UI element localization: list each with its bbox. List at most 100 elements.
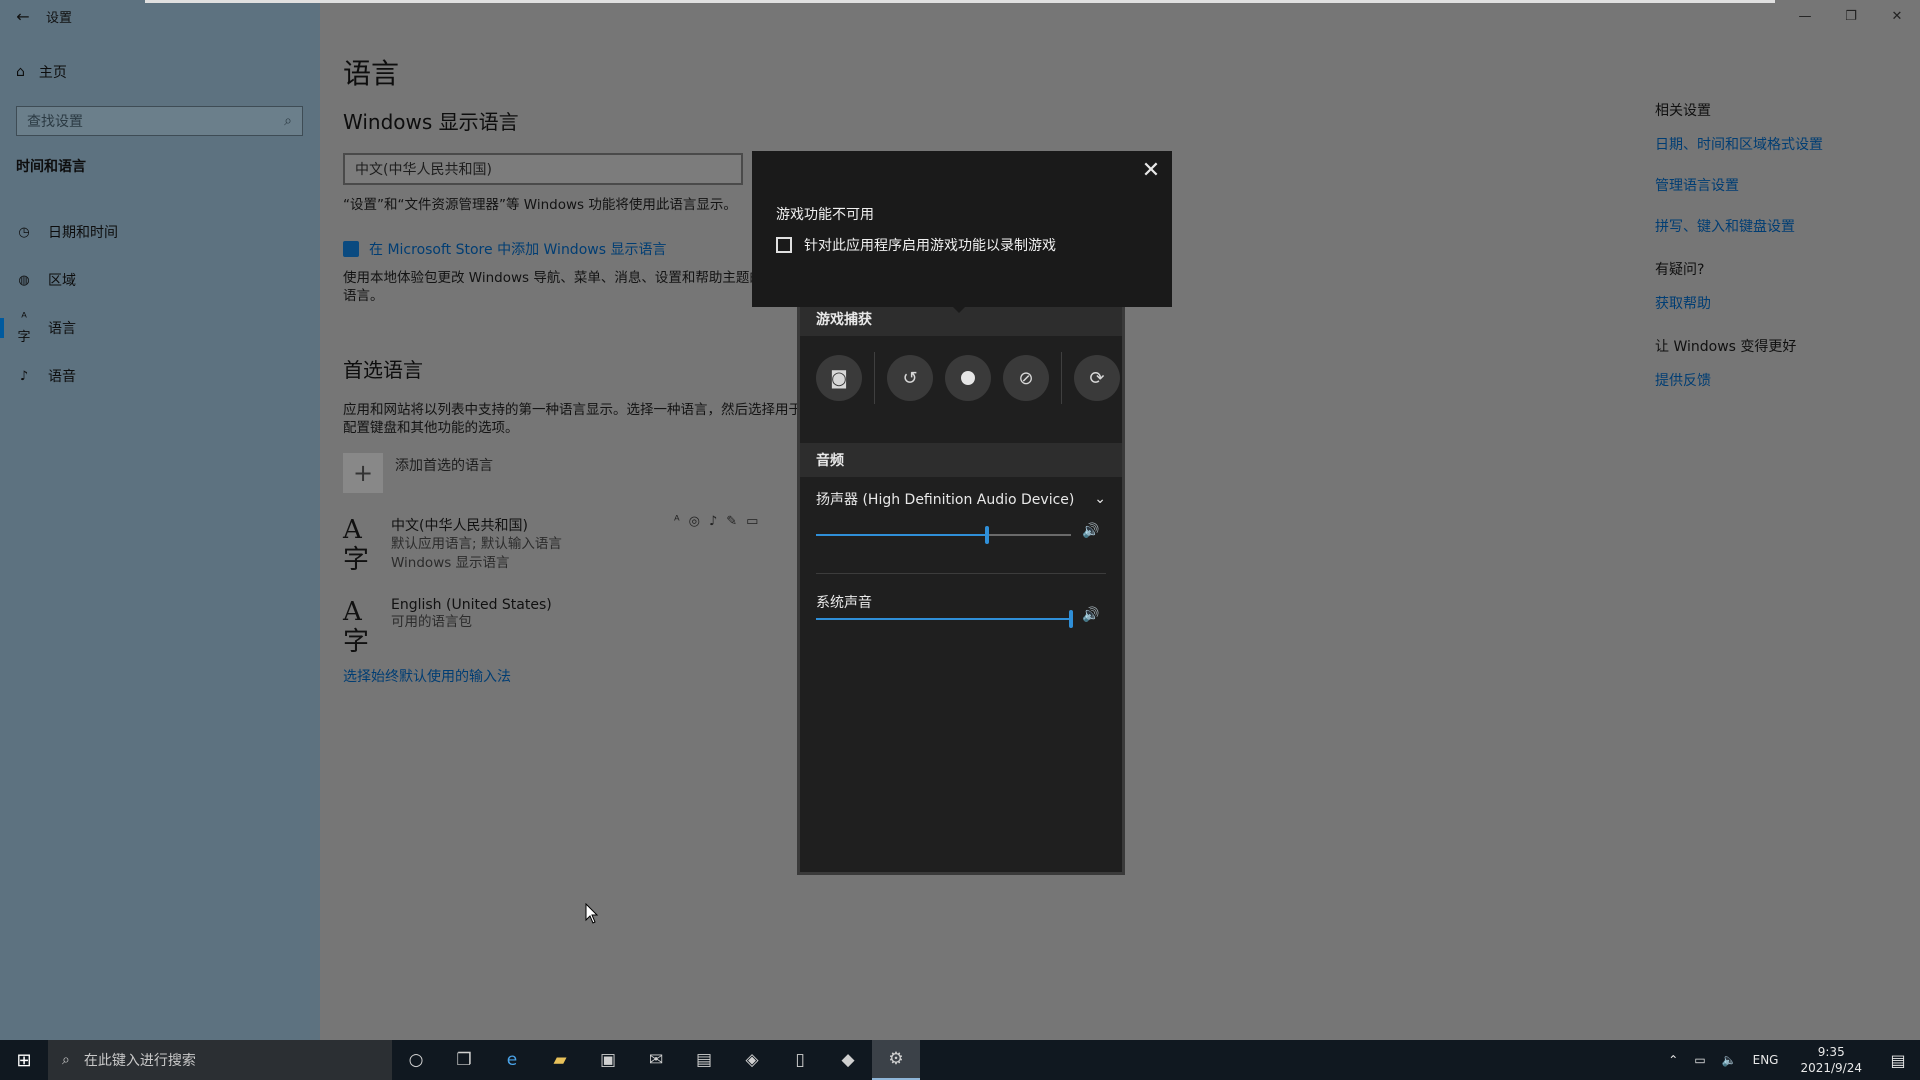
speaker-volume-slider[interactable] — [816, 526, 1071, 544]
sidebar-item-region[interactable]: ◍ 区域 — [0, 256, 320, 304]
chevron-up-icon[interactable]: ⌃ — [1660, 1053, 1686, 1067]
calendar-clock-icon: ◷ — [18, 224, 30, 240]
input-method-link[interactable]: 选择始终默认使用的输入法 — [343, 666, 511, 686]
replay-icon: ↺ — [902, 367, 918, 389]
file-explorer-icon[interactable]: ▰ — [536, 1040, 584, 1080]
clock-time: 9:35 — [1817, 1045, 1845, 1059]
language-name: English (United States) — [391, 597, 552, 613]
taskbar-search[interactable]: ⌕ 在此键入进行搜索 — [48, 1040, 392, 1080]
record-button[interactable] — [945, 355, 991, 401]
screenshot-button[interactable]: ◙ — [816, 355, 862, 401]
camera-icon: ◙ — [830, 367, 848, 389]
keyboard-icon: ▭ — [746, 514, 759, 529]
broadcast-button[interactable]: ⟳ — [1074, 355, 1120, 401]
close-icon[interactable]: ✕ — [1138, 157, 1164, 183]
add-language-label: 添加首选的语言 — [395, 458, 493, 474]
app-icon-2[interactable]: ◈ — [728, 1040, 776, 1080]
home-nav-item[interactable]: ⌂ 主页 — [16, 62, 67, 82]
mic-off-icon: ⊘ — [1018, 367, 1034, 389]
divider — [816, 573, 1106, 574]
game-features-popup: ✕ 游戏功能不可用 针对此应用程序启用游戏功能以录制游戏 — [752, 151, 1172, 307]
related-link-region-format[interactable]: 日期、时间和区域格式设置 — [1655, 134, 1895, 154]
settings-search-input[interactable]: 查找设置 ⌕ — [16, 106, 303, 136]
language-item[interactable]: A字 中文(中华人民共和国) 默认应用语言; 默认输入语言 Windows 显示… — [343, 515, 562, 575]
checkbox-box[interactable] — [776, 237, 792, 253]
home-icon: ⌂ — [16, 64, 25, 80]
taskbar: ⊞ ⌕ 在此键入进行搜索 ○ ❐ e ▰ ▣ ✉ ▤ ◈ ▯ ◆ ⚙ ⌃ ▭ 🔈… — [0, 1040, 1920, 1080]
globe-icon: ◍ — [18, 272, 30, 288]
preferred-languages-desc: 应用和网站将以列表中支持的第一种语言显示。选择一种语言，然后选择用于配置键盘和其… — [343, 402, 802, 436]
audio-heading: 音频 — [800, 443, 1122, 477]
mouse-cursor-icon — [585, 903, 599, 924]
speech-icon: ◎ — [688, 514, 700, 529]
language-icon: ᴬ字 — [17, 311, 31, 345]
input-language[interactable]: ENG — [1745, 1053, 1787, 1067]
language-name: 中文(中华人民共和国) — [391, 518, 528, 534]
microphone-icon: ♪ — [19, 368, 29, 384]
notification-icon[interactable]: ▤ — [1876, 1040, 1920, 1080]
slider-thumb[interactable] — [1069, 610, 1073, 628]
related-title: 相关设置 — [1655, 103, 1711, 119]
back-button[interactable]: ← — [0, 0, 46, 32]
feedback-link[interactable]: 提供反馈 — [1655, 370, 1895, 390]
settings-gear-icon[interactable]: ⚙ — [872, 1040, 920, 1080]
home-label: 主页 — [38, 65, 67, 81]
system-tray: ⌃ ▭ 🔈 ENG 9:35 2021/9/24 ▤ — [1660, 1040, 1920, 1080]
windows-logo-icon: ⊞ — [16, 1049, 32, 1071]
microphone-icon: ♪ — [708, 514, 718, 529]
popup-title: 游戏功能不可用 — [776, 207, 874, 223]
broadcast-icon: ⟳ — [1089, 367, 1105, 389]
slider-thumb[interactable] — [984, 526, 989, 544]
divider — [874, 352, 875, 404]
cortana-icon[interactable]: ○ — [392, 1040, 440, 1080]
system-volume-icon[interactable]: 🔊 — [1082, 607, 1099, 623]
related-link-typing[interactable]: 拼写、键入和键盘设置 — [1655, 216, 1895, 236]
volume-icon[interactable]: 🔈 — [1714, 1053, 1745, 1067]
store-link-label: 在 Microsoft Store 中添加 Windows 显示语言 — [369, 242, 667, 258]
store-icon[interactable]: ▣ — [584, 1040, 632, 1080]
display-language-dropdown[interactable]: 中文(中华人民共和国) — [343, 153, 743, 185]
sidebar-nav: ◷ 日期和时间 ◍ 区域 ᴬ字 语言 ♪ 语音 — [0, 208, 320, 400]
edge-icon[interactable]: e — [488, 1040, 536, 1080]
mail-icon[interactable]: ✉ — [632, 1040, 680, 1080]
app-icon-1[interactable]: ▤ — [680, 1040, 728, 1080]
feedback-title: 让 Windows 变得更好 — [1655, 339, 1797, 355]
local-experience-desc: 使用本地体验包更改 Windows 导航、菜单、消息、设置和帮助主题的语言。 — [343, 270, 763, 304]
record-icon — [961, 371, 975, 385]
preferred-languages-heading: 首选语言 — [343, 358, 423, 382]
related-link-language-admin[interactable]: 管理语言设置 — [1655, 175, 1895, 195]
sidebar-item-speech[interactable]: ♪ 语音 — [0, 352, 320, 400]
enable-game-features-checkbox[interactable]: 针对此应用程序启用游戏功能以录制游戏 — [776, 235, 1056, 255]
task-view-icon[interactable]: ❐ — [440, 1040, 488, 1080]
store-icon — [343, 241, 359, 257]
speaker-volume-icon[interactable]: 🔊 — [1082, 523, 1099, 539]
notepad-icon[interactable]: ▯ — [776, 1040, 824, 1080]
search-icon: ⌕ — [62, 1052, 70, 1068]
system-sound-label: 系统声音 — [816, 595, 872, 611]
sidebar-item-date-time[interactable]: ◷ 日期和时间 — [0, 208, 320, 256]
system-volume-slider[interactable] — [816, 610, 1073, 628]
popup-pointer — [950, 304, 968, 313]
get-help-link[interactable]: 获取帮助 — [1655, 293, 1895, 313]
language-item[interactable]: A字 English (United States) 可用的语言包 — [343, 597, 552, 657]
capture-controls: ◙ ↺ ⊘ ⟳ — [816, 352, 1120, 404]
sidebar-item-language[interactable]: ᴬ字 语言 — [0, 304, 320, 352]
taskbar-apps: ○ ❐ e ▰ ▣ ✉ ▤ ◈ ▯ ◆ ⚙ — [392, 1040, 920, 1080]
search-icon: ⌕ — [284, 113, 292, 129]
record-last-button[interactable]: ↺ — [887, 355, 933, 401]
sidebar: ⌂ 主页 查找设置 ⌕ 时间和语言 ◷ 日期和时间 ◍ 区域 ᴬ字 语言 ♪ 语… — [0, 0, 320, 1040]
app-icon-3[interactable]: ◆ — [824, 1040, 872, 1080]
sidebar-item-label: 语言 — [48, 321, 76, 337]
clock[interactable]: 9:35 2021/9/24 — [1786, 1044, 1876, 1076]
language-glyph-icon: A字 — [343, 515, 370, 575]
network-icon[interactable]: ▭ — [1686, 1053, 1713, 1067]
sidebar-item-label: 日期和时间 — [48, 225, 118, 241]
sidebar-item-label: 语音 — [48, 369, 76, 385]
display-language-note: “设置”和“文件资源管理器”等 Windows 功能将使用此语言显示。 — [343, 197, 737, 213]
mic-toggle-button[interactable]: ⊘ — [1003, 355, 1049, 401]
audio-device-selector[interactable]: 扬声器 (High Definition Audio Device) ⌄ — [816, 489, 1106, 509]
chevron-down-icon: ⌄ — [1094, 491, 1106, 507]
store-link[interactable]: 在 Microsoft Store 中添加 Windows 显示语言 — [343, 239, 666, 259]
start-button[interactable]: ⊞ — [0, 1040, 48, 1080]
add-language-button[interactable]: + 添加首选的语言 — [343, 453, 493, 493]
